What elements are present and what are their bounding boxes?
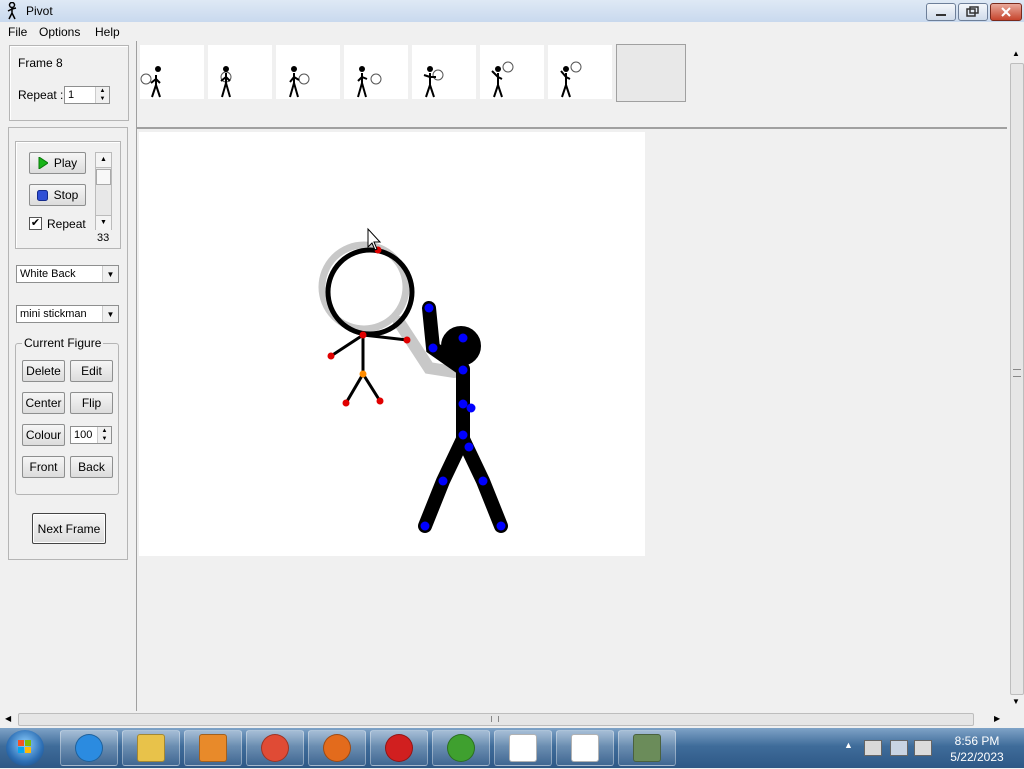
monitor-icon (633, 734, 661, 762)
list-icon (571, 734, 599, 762)
start-button[interactable] (6, 730, 44, 766)
restore-icon (966, 6, 979, 17)
frame-preview-icon (289, 66, 310, 98)
menu-options[interactable]: Options (39, 25, 80, 39)
frame-thumbnail[interactable] (480, 45, 544, 99)
window-title: Pivot (26, 4, 53, 18)
frame-label: Frame 8 (18, 56, 63, 70)
tools-panel (8, 127, 128, 560)
taskbar-app-button[interactable] (308, 730, 366, 766)
taskbar-app-button[interactable] (618, 730, 676, 766)
pivot-icon (509, 734, 537, 762)
action-center-icon[interactable] (864, 740, 882, 756)
utorrent-icon (447, 734, 475, 762)
title-bar: Pivot (0, 0, 1024, 23)
menu-bar: File Options Help (0, 22, 1024, 41)
frame-preview-icon (220, 66, 232, 98)
clock[interactable]: 8:56 PM 5/22/2023 (944, 733, 1010, 765)
vertical-scrollbar[interactable]: ▲ ▼ (1008, 45, 1024, 711)
internet-explorer-icon (75, 734, 103, 762)
taskbar-app-button[interactable] (370, 730, 428, 766)
repeat-count-label: Repeat : (18, 88, 64, 102)
menu-help[interactable]: Help (95, 25, 120, 39)
frame-thumbnail[interactable] (344, 45, 408, 99)
opera-icon (385, 734, 413, 762)
frame-thumbnail[interactable] (548, 45, 612, 99)
network-icon[interactable] (890, 740, 908, 756)
minimize-icon (936, 14, 946, 16)
menu-file[interactable]: File (8, 25, 27, 39)
vertical-scroll-thumb[interactable] (1010, 63, 1024, 695)
volume-icon[interactable] (914, 740, 932, 756)
frame-thumbnail[interactable] (412, 45, 476, 99)
taskbar-app-button[interactable] (122, 730, 180, 766)
frame-preview-icon (491, 61, 514, 98)
taskbar-app-button[interactable] (432, 730, 490, 766)
stage-svg (318, 227, 508, 533)
horizontal-scroll-thumb[interactable] (18, 713, 974, 726)
taskbar-app-button[interactable] (494, 730, 552, 766)
taskbar-app-button[interactable] (184, 730, 242, 766)
clock-time: 8:56 PM (954, 734, 1000, 748)
frame-preview-icon (357, 66, 382, 98)
animation-canvas[interactable] (139, 132, 645, 556)
firefox-icon (323, 734, 351, 762)
frame-thumbnail[interactable] (276, 45, 340, 99)
grip-icon (1013, 369, 1021, 377)
taskbar-app-button[interactable] (246, 730, 304, 766)
close-button[interactable] (990, 3, 1022, 21)
scroll-down-icon[interactable]: ▼ (1012, 697, 1020, 706)
clock-date: 5/22/2023 (950, 750, 1004, 764)
frame-thumbnail[interactable] (140, 45, 204, 99)
taskbar-app-button[interactable] (60, 730, 118, 766)
folder-icon (137, 734, 165, 762)
frame-thumbnail[interactable] (208, 45, 272, 99)
media-player-icon (199, 734, 227, 762)
close-icon (1001, 7, 1011, 17)
repeat-count-stepper[interactable]: 1 ▲ ▼ (64, 86, 110, 104)
horizontal-scrollbar[interactable]: ◀ ▶ (0, 711, 1008, 728)
frame-preview-icon (423, 66, 444, 98)
frame-preview-icon (140, 66, 161, 98)
panel-divider (136, 41, 137, 711)
strip-divider (137, 127, 1007, 129)
minimize-button[interactable] (926, 3, 956, 21)
stepper-arrows-icon[interactable]: ▲ ▼ (95, 87, 109, 103)
pivot-app-icon (7, 2, 17, 20)
current-frame-thumbnail[interactable] (616, 44, 686, 102)
scroll-right-icon[interactable]: ▶ (994, 714, 1000, 723)
taskbar-app-button[interactable] (556, 730, 614, 766)
repeat-count-value: 1 (68, 89, 75, 101)
scroll-left-icon[interactable]: ◀ (5, 714, 11, 723)
windows-logo-icon (18, 740, 31, 753)
chrome-icon (261, 734, 289, 762)
restore-button[interactable] (958, 3, 988, 21)
scroll-up-icon[interactable]: ▲ (1012, 49, 1020, 58)
grip-icon (491, 716, 499, 722)
frame-preview-icon (560, 61, 582, 98)
show-hidden-icons-button[interactable]: ▲ (844, 740, 853, 750)
